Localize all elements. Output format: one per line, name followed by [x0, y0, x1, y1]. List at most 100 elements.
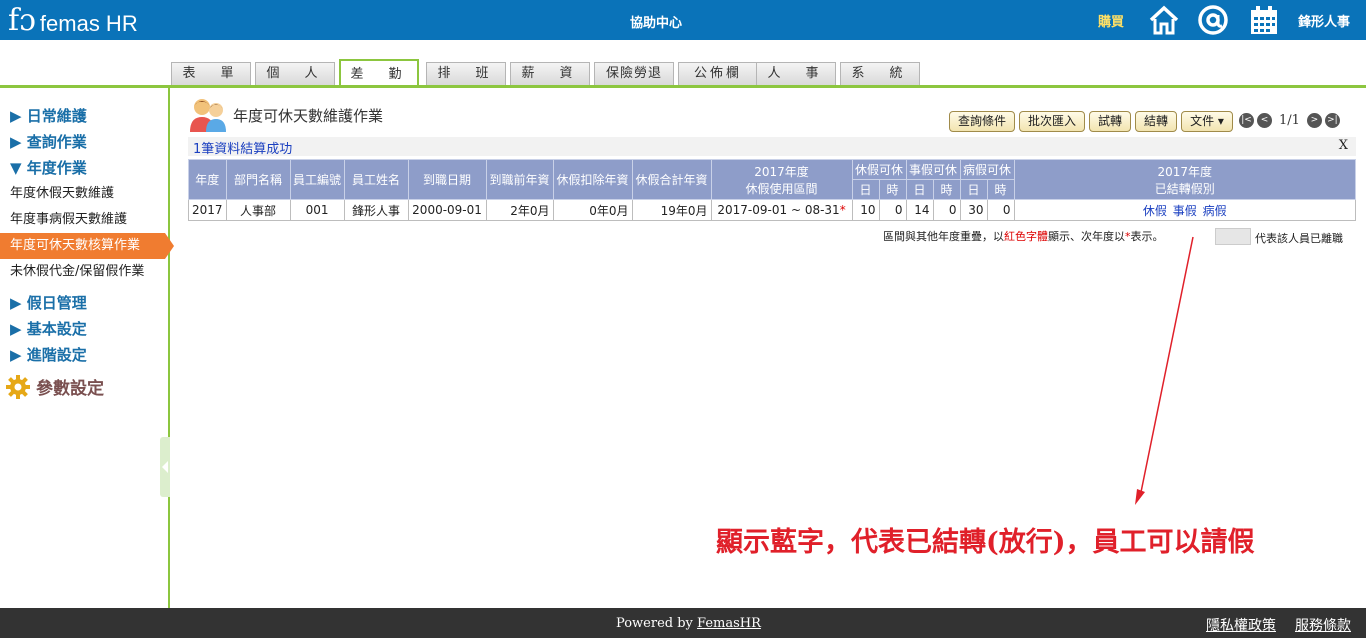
closed-sick-link[interactable]: 病假 [1203, 204, 1227, 218]
sidebar-params[interactable]: 參數設定 [6, 374, 104, 399]
buy-link[interactable]: 購買 [1098, 11, 1124, 30]
resigned-swatch [1215, 228, 1251, 245]
last-page-icon[interactable]: >| [1324, 113, 1340, 128]
col-pre-years[interactable]: 到職前年資 [485, 159, 554, 200]
cell-dept: 人事部 [225, 199, 291, 221]
tab-system[interactable]: 系 統 [840, 62, 920, 85]
tab-forms[interactable]: 表 單 [171, 62, 251, 85]
cell-annual-day: 10 [851, 199, 880, 221]
col-annual-day: 日 [851, 179, 880, 200]
sidebar-item-unused-leave[interactable]: 未休假代金/保留假作業 [0, 259, 170, 285]
at-icon[interactable] [1197, 4, 1229, 36]
annotation-text: 顯示藍字，代表已結轉(放行)，員工可以請假 [716, 527, 1255, 558]
tab-hr[interactable]: 人 事 [756, 62, 836, 85]
leave-table: 年度 部門名稱 員工編號 員工姓名 到職日期 到職前年資 休假扣除年資 休假合計… [188, 159, 1357, 221]
sidebar: ▶ 日常維護 ▶ 查詢作業 ▼ 年度作業 年度休假天數維護 年度事病假天數維護 … [0, 88, 174, 608]
sidebar-group-year[interactable]: ▼ 年度作業 [10, 157, 87, 178]
col-deduct-years[interactable]: 休假扣除年資 [552, 159, 633, 200]
cell-deduct-years: 0年0月 [552, 199, 633, 221]
cell-personal-day: 14 [905, 199, 934, 221]
femashr-link[interactable]: FemasHR [697, 616, 761, 631]
cell-period: 2017-09-01 ~ 08-31* [710, 199, 853, 221]
close-transfer-button[interactable]: 結轉 [1135, 111, 1178, 132]
cell-period-text: 2017-09-01 ~ 08-31 [717, 203, 840, 217]
col-period[interactable]: 2017年度 休假使用區間 [710, 159, 853, 200]
col-personal: 事假可休 [905, 159, 961, 180]
sidebar-group-basic[interactable]: ▶ 基本設定 [10, 318, 87, 339]
documents-dropdown[interactable]: 文件 ▾ [1181, 111, 1233, 132]
pager: |< < 1/1 > >| [1239, 113, 1340, 128]
logo-mark: fɔ [8, 3, 36, 38]
col-dept[interactable]: 部門名稱 [225, 159, 291, 200]
privacy-policy-link[interactable]: 隱私權政策 [1206, 615, 1276, 635]
help-center-link[interactable]: 協助中心 [600, 12, 712, 31]
legend-part2: 顯示、次年度以 [1048, 230, 1125, 243]
sidebar-group-query[interactable]: ▶ 查詢作業 [10, 131, 87, 152]
femas-logo[interactable]: fɔ femas HR [8, 5, 138, 37]
prev-page-icon[interactable]: < [1257, 113, 1272, 128]
cell-total-years: 19年0月 [631, 199, 712, 221]
home-icon[interactable] [1148, 4, 1180, 36]
closed-personal-link[interactable]: 事假 [1173, 204, 1197, 218]
sidebar-item-annual-leave[interactable]: 年度休假天數維護 [0, 181, 170, 207]
col-emp-no[interactable]: 員工編號 [289, 159, 345, 200]
sidebar-group-holiday[interactable]: ▶ 假日管理 [10, 292, 87, 313]
message-bar: 1筆資料結算成功 X [188, 137, 1356, 157]
powered-prefix: Powered by [616, 616, 698, 631]
batch-import-button[interactable]: 批次匯入 [1019, 111, 1086, 132]
first-page-icon[interactable]: |< [1239, 113, 1254, 128]
col-emp-name[interactable]: 員工姓名 [343, 159, 409, 200]
tab-shift[interactable]: 排 班 [426, 62, 506, 85]
page-indicator: 1/1 [1279, 113, 1300, 128]
cell-closed-types: 休假 事假 病假 [1013, 199, 1357, 221]
cell-emp-name: 鋒形人事 [343, 199, 409, 221]
logo-text: femas HR [39, 11, 138, 36]
tab-insurance[interactable]: 保險勞退 [594, 62, 674, 85]
users-icon [190, 99, 226, 132]
legend-note: 區間與其他年度重疊，以紅色字體顯示、次年度以*表示。 [883, 228, 1164, 244]
col-closed-line2: 已結轉假別 [1154, 181, 1215, 196]
calendar-icon[interactable] [1248, 4, 1280, 36]
top-header: fɔ femas HR 協助中心 購買 鋒形人事 [0, 0, 1366, 40]
tab-salary[interactable]: 薪 資 [510, 62, 590, 85]
col-closed-line1: 2017年度 [1157, 164, 1213, 179]
terms-link[interactable]: 服務條款 [1295, 615, 1351, 635]
query-conditions-button[interactable]: 查詢條件 [949, 111, 1016, 132]
col-total-years[interactable]: 休假合計年資 [631, 159, 712, 200]
col-closed: 2017年度 已結轉假別 [1013, 159, 1357, 200]
sidebar-item-personal-sick[interactable]: 年度事病假天數維護 [0, 207, 170, 233]
sidebar-group-advanced[interactable]: ▶ 進階設定 [10, 344, 87, 365]
tab-attendance[interactable]: 差 勤 [339, 59, 419, 88]
table-row[interactable]: 2017 人事部 001 鋒形人事 2000-09-01 2年0月 0年0月 1… [188, 199, 1357, 221]
cell-hire-date: 2000-09-01 [407, 199, 487, 221]
sidebar-collapse-handle[interactable] [160, 437, 170, 497]
col-sick-day: 日 [959, 179, 988, 200]
user-name[interactable]: 鋒形人事 [1298, 11, 1350, 30]
cell-sick-day: 30 [959, 199, 988, 221]
tab-bulletin[interactable]: 公佈欄 [678, 62, 758, 85]
col-year[interactable]: 年度 [188, 159, 227, 200]
close-message-button[interactable]: X [1339, 138, 1348, 153]
col-hire-date[interactable]: 到職日期 [407, 159, 487, 200]
col-sick-hour: 時 [986, 179, 1015, 200]
result-message: 1筆資料結算成功 [193, 142, 293, 157]
legend-part1: 區間與其他年度重疊，以 [883, 230, 1004, 243]
col-annual: 休假可休 [851, 159, 907, 180]
cell-emp-no: 001 [289, 199, 345, 221]
closed-annual-link[interactable]: 休假 [1143, 204, 1167, 218]
col-sick: 病假可休 [959, 159, 1015, 180]
trial-transfer-button[interactable]: 試轉 [1089, 111, 1132, 132]
cell-personal-hour: 0 [932, 199, 961, 221]
sidebar-item-leave-calc[interactable]: 年度可休天數核算作業 [0, 233, 174, 259]
toolbar: 查詢條件 批次匯入 試轉 結轉 文件 ▾ [949, 111, 1233, 132]
sidebar-group-daily[interactable]: ▶ 日常維護 [10, 105, 87, 126]
sidebar-params-label: 參數設定 [36, 379, 104, 399]
next-page-icon[interactable]: > [1306, 113, 1322, 128]
cell-annual-hour: 0 [878, 199, 907, 221]
col-personal-hour: 時 [932, 179, 961, 200]
tab-personal[interactable]: 個 人 [255, 62, 335, 85]
col-personal-day: 日 [905, 179, 934, 200]
cell-pre-years: 2年0月 [485, 199, 554, 221]
tab-underline [0, 85, 1366, 88]
col-period-line2: 休假使用區間 [745, 181, 818, 196]
